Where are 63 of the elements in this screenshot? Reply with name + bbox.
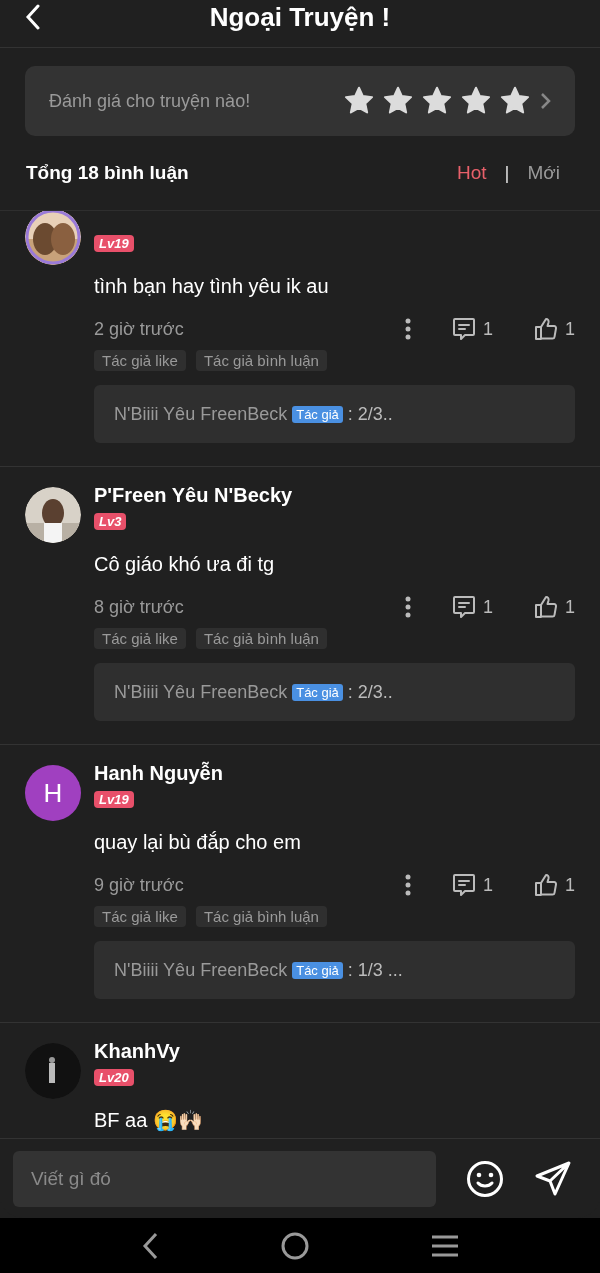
separator: | bbox=[504, 162, 510, 184]
avatar[interactable]: H bbox=[25, 765, 81, 821]
comment-time: 9 giờ trước bbox=[94, 874, 185, 896]
author-tag: Tác giả like bbox=[94, 628, 186, 649]
comment-text: quay lại bù đắp cho em bbox=[94, 830, 301, 854]
emoji-icon[interactable] bbox=[466, 1159, 504, 1198]
comment-count: Tổng 18 bình luận bbox=[26, 162, 189, 184]
rating-prompt: Đánh giá cho truyện nào! bbox=[49, 90, 252, 112]
comment-icon[interactable] bbox=[450, 594, 477, 620]
user-name[interactable]: P'Freen Yêu N'Becky bbox=[94, 483, 293, 507]
author-badge: Tác giả bbox=[292, 683, 343, 701]
author-tag: Tác giả like bbox=[94, 350, 186, 371]
comment-icon[interactable] bbox=[450, 872, 477, 898]
more-icon[interactable] bbox=[404, 318, 411, 340]
more-icon[interactable] bbox=[404, 596, 411, 618]
reply-author: N'Biiii Yêu FreenBeck bbox=[114, 959, 288, 981]
back-nav-icon[interactable] bbox=[141, 1231, 159, 1260]
comment-text: BF aa 😭🙌🏻 bbox=[94, 1108, 203, 1132]
comment-input[interactable]: Viết gì đó bbox=[13, 1150, 436, 1207]
author-tag: Tác giả bình luận bbox=[195, 628, 327, 649]
reply-author: N'Biiii Yêu FreenBeck bbox=[114, 681, 288, 703]
reply-text: : 2/3.. bbox=[347, 403, 393, 425]
like-count: 1 bbox=[565, 874, 575, 896]
comment-text: Cô giáo khó ưa đi tg bbox=[94, 552, 275, 576]
like-count: 1 bbox=[565, 318, 575, 340]
send-icon[interactable] bbox=[534, 1159, 572, 1198]
back-icon[interactable] bbox=[25, 4, 41, 30]
author-badge: Tác giả bbox=[292, 961, 343, 979]
comment-icon[interactable] bbox=[450, 316, 477, 342]
author-tag: Tác giả like bbox=[94, 906, 186, 927]
author-badge: Tác giả bbox=[292, 405, 343, 423]
thumbs-up-icon[interactable] bbox=[533, 872, 559, 898]
reply-preview[interactable]: N'Biiii Yêu FreenBeck Tác giả : 2/3.. bbox=[94, 663, 575, 721]
reply-count: 1 bbox=[482, 596, 493, 618]
level-badge: Lv20 bbox=[94, 1069, 134, 1086]
rating-card[interactable]: Đánh giá cho truyện nào! bbox=[25, 66, 575, 136]
reply-text: : 1/3 ... bbox=[347, 959, 403, 981]
reply-preview[interactable]: N'Biiii Yêu FreenBeck Tác giả : 1/3 ... bbox=[94, 941, 575, 999]
page-title: Ngoại Truyện ! bbox=[209, 1, 391, 32]
like-count: 1 bbox=[565, 596, 575, 618]
sort-tab[interactable]: Hot bbox=[456, 162, 487, 184]
menu-icon[interactable] bbox=[431, 1233, 459, 1258]
reply-preview[interactable]: N'Biiii Yêu FreenBeck Tác giả : 2/3.. bbox=[94, 385, 575, 443]
thumbs-up-icon[interactable] bbox=[533, 594, 559, 620]
comment-time: 8 giờ trước bbox=[94, 596, 185, 618]
author-tag: Tác giả bình luận bbox=[195, 906, 327, 927]
reply-author: N'Biiii Yêu FreenBeck bbox=[114, 403, 288, 425]
home-nav-icon[interactable] bbox=[281, 1231, 309, 1260]
reply-count: 1 bbox=[482, 318, 493, 340]
author-tag: Tác giả bình luận bbox=[195, 350, 327, 371]
level-badge: Lv3 bbox=[94, 513, 127, 530]
thumbs-up-icon[interactable] bbox=[533, 316, 559, 342]
chevron-right-icon[interactable] bbox=[539, 92, 551, 110]
comment-text: tình bạn hay tình yêu ik au bbox=[94, 274, 329, 298]
reply-text: : 2/3.. bbox=[347, 681, 393, 703]
comment-time: 2 giờ trước bbox=[94, 318, 185, 340]
sort-tab[interactable]: Mới bbox=[527, 162, 560, 184]
user-name[interactable]: Hanh Nguyễn bbox=[94, 761, 223, 785]
more-icon[interactable] bbox=[404, 874, 411, 896]
reply-count: 1 bbox=[482, 874, 493, 896]
level-badge: Lv19 bbox=[94, 235, 134, 252]
user-name[interactable]: KhanhVy bbox=[94, 1039, 180, 1063]
level-badge: Lv19 bbox=[94, 791, 134, 808]
